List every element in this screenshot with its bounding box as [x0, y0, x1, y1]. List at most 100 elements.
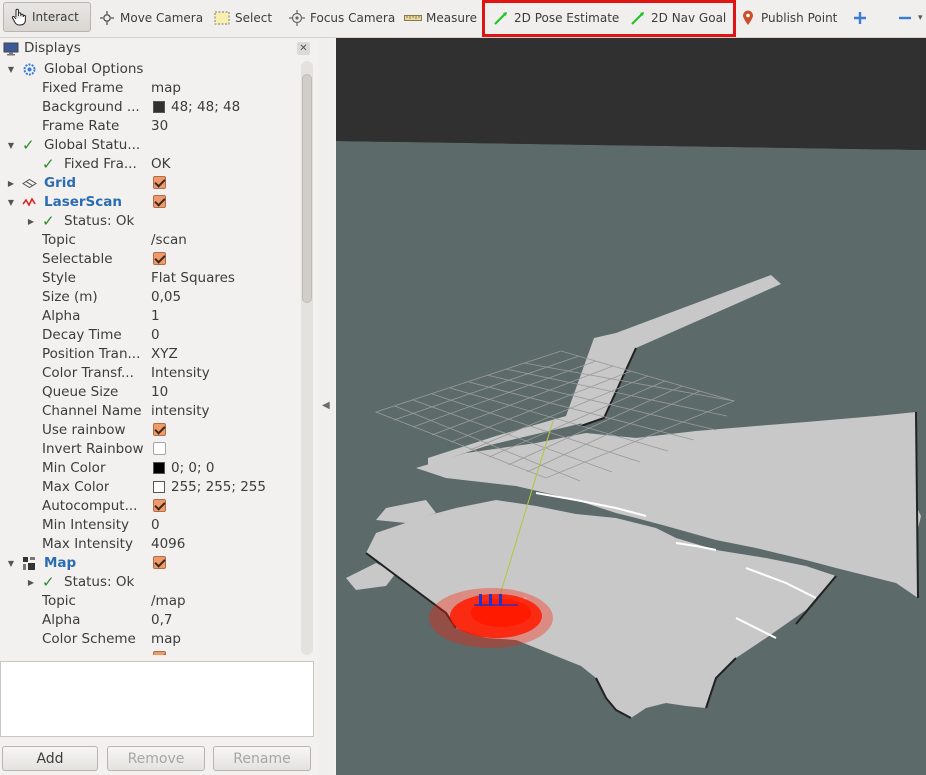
- tree-row-background[interactable]: Background ... 48; 48; 48: [0, 98, 300, 117]
- scene-canvas[interactable]: [336, 38, 926, 775]
- tree-value[interactable]: 0: [151, 327, 160, 343]
- add-button[interactable]: Add: [2, 746, 98, 771]
- tree-row-laserscan-status[interactable]: ▶ ✓ Status: Ok: [0, 212, 300, 231]
- tree-value[interactable]: 1: [151, 308, 160, 324]
- publish-point-tool-button[interactable]: Publish Point: [739, 4, 837, 32]
- tree-row-min-intensity[interactable]: Min Intensity 0: [0, 516, 300, 535]
- tree-label: LaserScan: [44, 194, 123, 210]
- color-swatch[interactable]: [153, 481, 165, 493]
- tree-row-max-color[interactable]: Max Color 255; 255; 255: [0, 478, 300, 497]
- interact-tool-button[interactable]: Interact: [3, 2, 91, 32]
- tree-row-color-scheme[interactable]: Color Scheme map: [0, 630, 300, 649]
- move-camera-tool-button[interactable]: Move Camera: [98, 4, 203, 32]
- tree-value: OK: [151, 156, 171, 172]
- collapse-arrow-icon[interactable]: ▶: [26, 573, 36, 592]
- tree-row-channel-name[interactable]: Channel Name intensity: [0, 402, 300, 421]
- select-tool-button[interactable]: Select: [213, 4, 272, 32]
- tree-value[interactable]: 255; 255; 255: [171, 479, 266, 495]
- tree-value[interactable]: map: [151, 631, 181, 647]
- tree-label: Autocomput...: [42, 498, 138, 514]
- expand-arrow-icon[interactable]: ▼: [6, 193, 16, 212]
- tree-value[interactable]: Intensity: [151, 365, 210, 381]
- tree-label: Topic: [42, 593, 76, 609]
- tree-row-fixed-frame[interactable]: Fixed Frame map: [0, 79, 300, 98]
- tree-label: Global Options: [44, 61, 144, 77]
- laserscan-enabled-checkbox[interactable]: [153, 195, 166, 208]
- tree-row-min-color[interactable]: Min Color 0; 0; 0: [0, 459, 300, 478]
- expand-arrow-icon[interactable]: ▼: [6, 554, 16, 573]
- tree-label: Color Transf...: [42, 365, 134, 381]
- tree-value[interactable]: /scan: [151, 232, 187, 248]
- tree-row-queue-size[interactable]: Queue Size 10: [0, 383, 300, 402]
- tool-toolbar: Interact Move Camera Select Focus Camera…: [0, 0, 926, 38]
- tree-row-map-alpha[interactable]: Alpha 0,7: [0, 611, 300, 630]
- tree-row-partial[interactable]: [0, 649, 300, 655]
- tree-row-decay-time[interactable]: Decay Time 0: [0, 326, 300, 345]
- tree-value[interactable]: intensity: [151, 403, 210, 419]
- tree-row-global-options[interactable]: ▼ Global Options: [0, 60, 300, 79]
- selectable-checkbox[interactable]: [153, 252, 166, 265]
- tree-row-fixed-frame-status[interactable]: ✓ Fixed Fra... OK: [0, 155, 300, 174]
- tree-value[interactable]: 0,7: [151, 612, 172, 628]
- color-swatch[interactable]: [153, 101, 165, 113]
- displays-scrollbar[interactable]: [301, 61, 313, 655]
- partial-checkbox[interactable]: [153, 651, 166, 655]
- display-tree[interactable]: ▼ Global Options Fixed Frame map Backgro…: [0, 59, 300, 655]
- scrollbar-thumb[interactable]: [302, 74, 312, 303]
- tree-row-autocompute[interactable]: Autocomput...: [0, 497, 300, 516]
- map-enabled-checkbox[interactable]: [153, 556, 166, 569]
- tree-label: Position Tran...: [42, 346, 141, 362]
- collapse-left-icon[interactable]: ◀: [322, 400, 330, 411]
- tree-value[interactable]: 0: [151, 517, 160, 533]
- collapse-arrow-icon[interactable]: ▶: [26, 212, 36, 231]
- tree-value[interactable]: 4096: [151, 536, 185, 552]
- tree-label: Status: Ok: [64, 213, 135, 229]
- tree-row-style[interactable]: Style Flat Squares: [0, 269, 300, 288]
- tree-value[interactable]: 10: [151, 384, 168, 400]
- invert-rainbow-checkbox[interactable]: [153, 442, 166, 455]
- expand-arrow-icon[interactable]: ▼: [6, 60, 16, 79]
- tree-row-frame-rate[interactable]: Frame Rate 30: [0, 117, 300, 136]
- tree-value[interactable]: /map: [151, 593, 186, 609]
- grid-enabled-checkbox[interactable]: [153, 176, 166, 189]
- panel-splitter[interactable]: ◀: [318, 38, 334, 775]
- tree-value[interactable]: Flat Squares: [151, 270, 235, 286]
- tree-row-map[interactable]: ▼ Map: [0, 554, 300, 573]
- tree-row-size[interactable]: Size (m) 0,05: [0, 288, 300, 307]
- focus-camera-tool-button[interactable]: Focus Camera: [288, 4, 395, 32]
- tree-row-max-intensity[interactable]: Max Intensity 4096: [0, 535, 300, 554]
- color-swatch[interactable]: [153, 462, 165, 474]
- remove-button[interactable]: Remove: [107, 746, 205, 771]
- tree-row-position-transformer[interactable]: Position Tran... XYZ: [0, 345, 300, 364]
- remove-tool-button[interactable]: ▾: [896, 4, 923, 32]
- tree-value[interactable]: 30: [151, 118, 168, 134]
- tree-row-alpha[interactable]: Alpha 1: [0, 307, 300, 326]
- tree-value[interactable]: XYZ: [151, 346, 178, 362]
- measure-tool-button[interactable]: Measure: [404, 4, 477, 32]
- rename-button[interactable]: Rename: [213, 746, 311, 771]
- dropdown-arrow-icon[interactable]: ▾: [918, 13, 923, 23]
- tree-value[interactable]: 0; 0; 0: [171, 460, 214, 476]
- tree-row-laserscan[interactable]: ▼ LaserScan: [0, 193, 300, 212]
- tree-value[interactable]: 0,05: [151, 289, 181, 305]
- tree-label: Fixed Fra...: [64, 156, 137, 172]
- close-icon[interactable]: ✕: [297, 42, 310, 55]
- tree-value[interactable]: 48; 48; 48: [171, 99, 240, 115]
- tree-label: Grid: [44, 175, 77, 191]
- tree-value[interactable]: map: [151, 80, 181, 96]
- tree-row-map-topic[interactable]: Topic /map: [0, 592, 300, 611]
- autocompute-checkbox[interactable]: [153, 499, 166, 512]
- render-3d-view[interactable]: [336, 38, 926, 775]
- add-tool-button[interactable]: [851, 4, 873, 32]
- tree-row-use-rainbow[interactable]: Use rainbow: [0, 421, 300, 440]
- tree-row-invert-rainbow[interactable]: Invert Rainbow: [0, 440, 300, 459]
- expand-arrow-icon[interactable]: ▼: [6, 136, 16, 155]
- use-rainbow-checkbox[interactable]: [153, 423, 166, 436]
- tree-row-selectable[interactable]: Selectable: [0, 250, 300, 269]
- tree-row-map-status[interactable]: ▶ ✓ Status: Ok: [0, 573, 300, 592]
- tree-row-global-status[interactable]: ▼ ✓ Global Statu...: [0, 136, 300, 155]
- tree-row-grid[interactable]: ▶ Grid: [0, 174, 300, 193]
- tree-row-topic[interactable]: Topic /scan: [0, 231, 300, 250]
- tree-row-color-transformer[interactable]: Color Transf... Intensity: [0, 364, 300, 383]
- collapse-arrow-icon[interactable]: ▶: [6, 174, 16, 193]
